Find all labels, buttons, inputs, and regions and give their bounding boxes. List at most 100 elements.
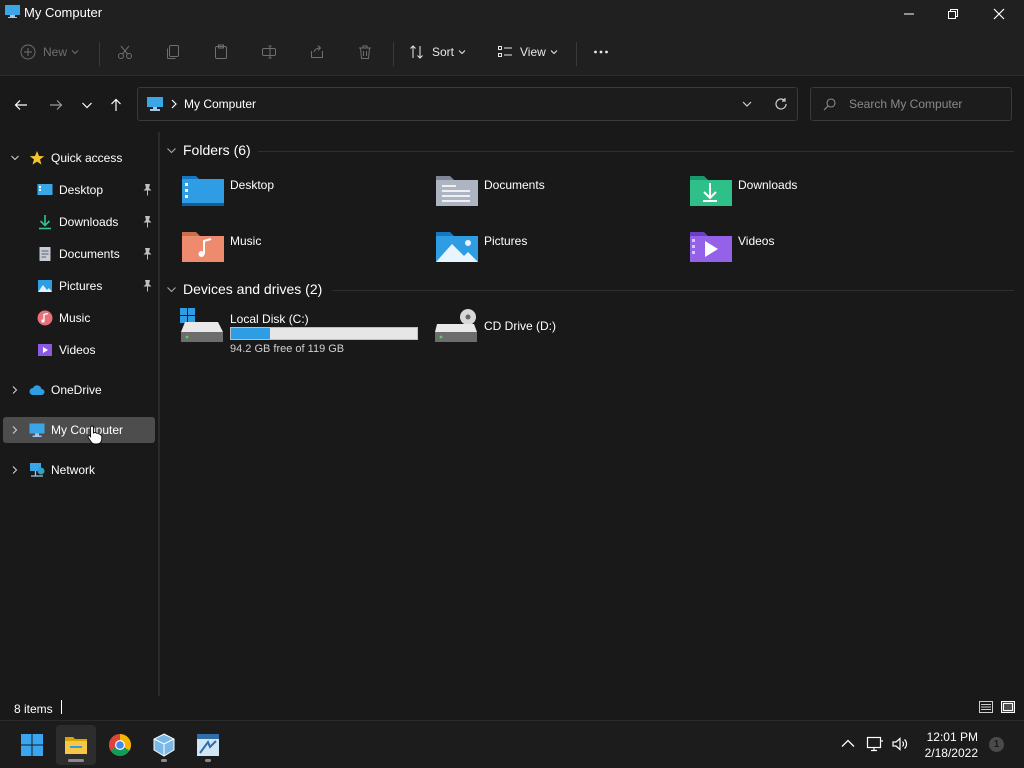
sidebar-item-label: OneDrive (51, 383, 102, 397)
pin-icon (143, 248, 152, 260)
more-options-button[interactable] (593, 40, 609, 64)
content-pane: Folders (6) Desktop Documents Downloads (162, 132, 1024, 696)
search-icon (823, 98, 836, 111)
sidebar-item-my-computer[interactable]: My Computer (3, 417, 155, 443)
group-divider (258, 151, 1014, 152)
computer-icon (5, 5, 20, 18)
volume-icon[interactable] (891, 735, 909, 753)
taskbar-file-explorer[interactable] (56, 725, 96, 765)
cloud-icon (29, 385, 45, 395)
taskbar-chrome[interactable] (100, 725, 140, 765)
share-button[interactable] (309, 40, 325, 64)
sidebar-item-videos[interactable]: Videos (3, 337, 155, 363)
hand-cursor-icon (87, 425, 103, 445)
clock-time[interactable]: 12:01 PM (922, 730, 978, 744)
chevron-right-icon[interactable] (10, 385, 20, 395)
cut-button[interactable] (117, 40, 133, 64)
chevron-down-icon (71, 50, 79, 55)
sidebar-item-label: Network (51, 463, 96, 477)
window-title: My Computer (24, 5, 103, 20)
pane-divider[interactable] (158, 132, 160, 696)
folder-tile-videos[interactable]: Videos (688, 226, 928, 270)
new-button[interactable]: New (20, 40, 79, 64)
delete-button[interactable] (357, 40, 373, 64)
chevron-up-icon[interactable] (839, 735, 857, 753)
view-label: View (520, 45, 546, 59)
chevron-right-icon[interactable] (10, 425, 20, 435)
up-button[interactable] (104, 93, 128, 117)
computer-icon (147, 97, 163, 111)
navigation-pane: Quick access Desktop Downloads Documents… (0, 132, 158, 696)
sidebar-item-network[interactable]: Network (3, 457, 155, 483)
chevron-down-icon (458, 50, 466, 55)
desktop-icon (37, 184, 53, 195)
taskbar-app[interactable] (188, 725, 228, 765)
start-button[interactable] (12, 725, 52, 765)
close-button[interactable] (976, 0, 1022, 28)
minimize-button[interactable] (886, 0, 932, 28)
sort-button[interactable]: Sort (409, 40, 466, 64)
back-button[interactable] (9, 93, 33, 117)
tiles-view-icon[interactable] (1000, 699, 1016, 715)
running-indicator (205, 759, 211, 762)
breadcrumb-my-computer[interactable]: My Computer (184, 97, 256, 111)
search-box[interactable] (810, 87, 1012, 121)
toolbar-separator (99, 42, 100, 66)
sidebar-item-music[interactable]: Music (3, 305, 155, 331)
music-folder-icon (182, 232, 224, 262)
rename-button[interactable] (261, 40, 277, 64)
pin-icon (143, 216, 152, 228)
sidebar-item-label: Music (59, 311, 91, 325)
drive-tile-local-disk-c[interactable]: Local Disk (C:) 94.2 GB free of 119 GB (180, 308, 430, 355)
item-count: 8 items (14, 702, 53, 716)
toolbar-separator (393, 42, 394, 66)
folder-tile-desktop[interactable]: Desktop (180, 170, 420, 214)
chevron-right-icon[interactable] (10, 465, 20, 475)
toolbar-separator (576, 42, 577, 66)
cd-drive-icon (435, 309, 477, 342)
folder-tile-downloads[interactable]: Downloads (688, 170, 928, 214)
status-separator (61, 700, 62, 714)
chevron-down-icon[interactable] (10, 153, 20, 163)
network-tray-icon[interactable] (866, 735, 884, 753)
arrow-left-icon (14, 100, 27, 110)
sidebar-item-pictures[interactable]: Pictures (3, 273, 155, 299)
restore-button[interactable] (930, 0, 976, 28)
folder-tile-pictures[interactable]: Pictures (434, 226, 674, 270)
videos-folder-icon (690, 232, 732, 262)
sidebar-item-desktop[interactable]: Desktop (3, 177, 155, 203)
copy-icon (167, 45, 179, 59)
details-view-icon[interactable] (978, 699, 994, 715)
group-title: Devices and drives (2) (183, 281, 323, 297)
address-bar[interactable]: My Computer (137, 87, 798, 121)
recent-locations-button[interactable] (75, 93, 99, 117)
clock-date[interactable]: 2/18/2022 (918, 746, 978, 760)
folder-tile-music[interactable]: Music (180, 226, 420, 270)
copy-button[interactable] (165, 40, 181, 64)
running-indicator (68, 759, 84, 762)
folder-tile-documents[interactable]: Documents (434, 170, 674, 214)
new-label: New (43, 45, 68, 59)
taskbar-virtualbox[interactable] (144, 725, 184, 765)
taskbar: 12:01 PM 2/18/2022 1 (0, 720, 1024, 768)
sidebar-item-quick-access[interactable]: Quick access (3, 145, 155, 171)
desktop-folder-icon (182, 176, 224, 206)
search-input[interactable] (849, 94, 1007, 114)
sidebar-item-onedrive[interactable]: OneDrive (3, 377, 155, 403)
sidebar-item-documents[interactable]: Documents (3, 241, 155, 267)
folders-group-header[interactable]: Folders (6) (166, 139, 251, 161)
group-title: Folders (6) (183, 142, 251, 158)
share-icon (311, 45, 323, 58)
drives-group-header[interactable]: Devices and drives (2) (166, 278, 322, 300)
sidebar-item-downloads[interactable]: Downloads (3, 209, 155, 235)
paste-button[interactable] (213, 40, 229, 64)
music-icon (37, 310, 53, 326)
forward-button[interactable] (44, 93, 68, 117)
status-bar: 8 items (0, 696, 1024, 720)
view-button[interactable]: View (497, 40, 558, 64)
sidebar-item-label: Pictures (59, 279, 103, 293)
address-dropdown-icon[interactable] (741, 99, 753, 109)
notification-badge[interactable]: 1 (989, 737, 1004, 752)
drive-tile-cd-drive-d[interactable]: CD Drive (D:) (434, 308, 634, 354)
refresh-icon[interactable] (774, 97, 788, 111)
